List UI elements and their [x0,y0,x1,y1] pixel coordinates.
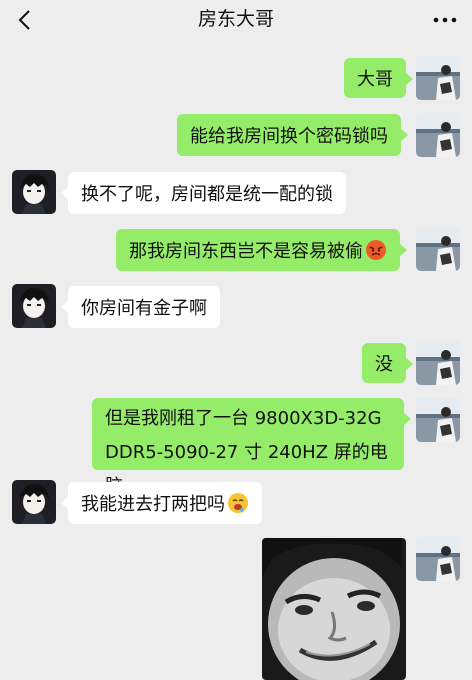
message-text: 那我房间东西岂不是容易被偷 [129,241,363,262]
message-text: 换不了呢，房间都是统一配的锁 [81,184,333,205]
message-bubble[interactable]: 我能进去打两把吗 [61,482,262,524]
message-bubble[interactable]: 没 [362,343,413,383]
message-bubble[interactable]: 大哥 [344,58,413,98]
message-text-line: 但是我刚租了一台 9800X3D-32G [105,408,382,429]
message-text: 我能进去打两把吗 [81,494,225,515]
my-avatar[interactable] [416,56,460,100]
chat-header: 房东大哥 [0,0,472,40]
message-text: 你房间有金子啊 [81,298,207,319]
landlord-avatar[interactable] [12,284,56,328]
my-avatar[interactable] [416,537,460,581]
my-avatar[interactable] [416,398,460,442]
drooling-face-emoji [228,493,248,513]
more-options-icon[interactable] [432,10,458,30]
my-avatar[interactable] [416,341,460,385]
angry-face-emoji [366,240,386,260]
message-text: 大哥 [357,69,393,90]
message-bubble[interactable]: 换不了呢，房间都是统一配的锁 [61,172,346,214]
landlord-avatar[interactable] [12,170,56,214]
my-avatar[interactable] [416,113,460,157]
message-bubble[interactable]: 那我房间东西岂不是容易被偷 [116,229,407,271]
message-text: 能给我房间换个密码锁吗 [190,126,388,147]
message-bubble[interactable]: 你房间有金子啊 [61,286,220,328]
smirking-face-meme-sticker[interactable] [262,538,406,680]
my-avatar[interactable] [416,227,460,271]
message-text: 没 [375,354,393,375]
message-bubble[interactable]: 能给我房间换个密码锁吗 [177,114,408,156]
message-bubble[interactable]: 但是我刚租了一台 9800X3D-32G DDR5-5090-27 寸 240H… [92,398,411,497]
landlord-avatar[interactable] [12,480,56,524]
chat-title: 房东大哥 [197,8,274,30]
